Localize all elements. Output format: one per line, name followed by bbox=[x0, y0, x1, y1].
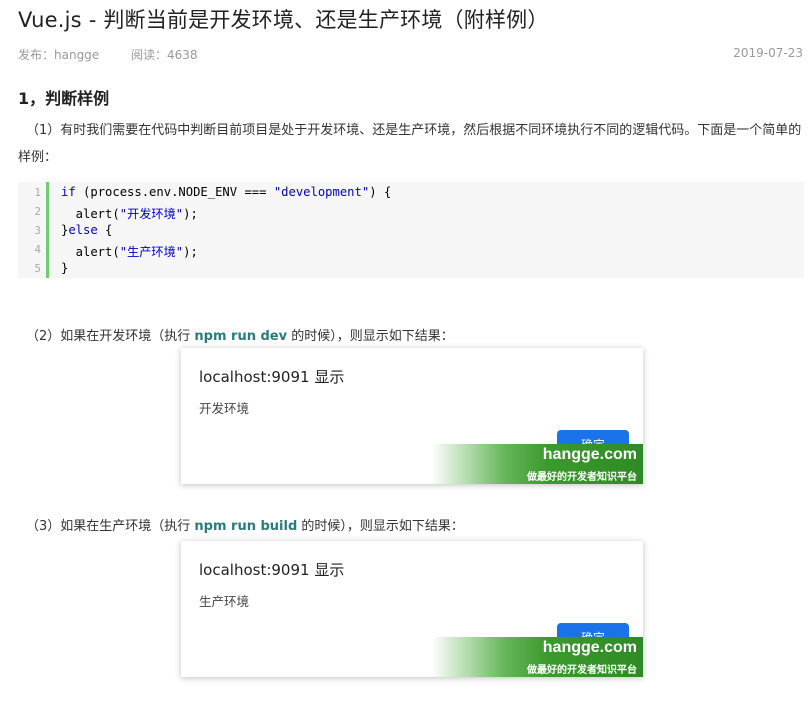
code-line-2: alert("开发环境"); bbox=[61, 207, 198, 221]
dialog-title: localhost:9091 显示 bbox=[199, 561, 345, 579]
read-count: 阅读：4638 bbox=[131, 48, 198, 62]
dialog-message: 开发环境 bbox=[199, 401, 250, 416]
watermark-slogan: 做最好的开发者知识平台 bbox=[527, 665, 637, 676]
dialog-message: 生产环境 bbox=[199, 594, 250, 609]
publish-date: 2019-07-23 bbox=[733, 46, 803, 60]
code-block: 1 2 3 4 5 if (process.env.NODE_ENV === "… bbox=[18, 182, 804, 278]
intro-paragraph: （1）有时我们需要在代码中判断目前项目是处于开发环境、还是生产环境，然后根据不同… bbox=[18, 123, 802, 165]
code-line-1: if (process.env.NODE_ENV === "developmen… bbox=[61, 185, 392, 199]
line-number: 1 bbox=[34, 186, 41, 199]
code-line-4: alert("生产环境"); bbox=[61, 245, 198, 259]
line-number: 4 bbox=[34, 243, 41, 256]
step3-text: （3）如果在生产环境（执行 npm run build 的时候），则显示如下结果… bbox=[26, 519, 464, 534]
watermark-slogan: 做最好的开发者知识平台 bbox=[527, 472, 637, 483]
section-title: 1，判断样例 bbox=[18, 89, 110, 108]
npm-build-command: npm run build bbox=[194, 519, 298, 534]
publisher-label: 发布：hangge bbox=[18, 48, 100, 62]
watermark: hangge.com 做最好的开发者知识平台 bbox=[431, 637, 643, 677]
dialog-screenshot-dev: localhost:9091 显示 开发环境 确定 hangge.com 做最好… bbox=[181, 348, 643, 484]
article-meta: 发布：hangge 阅读：4638 bbox=[18, 46, 226, 63]
code-line-5: } bbox=[61, 261, 69, 275]
step2-text: （2）如果在开发环境（执行 npm run dev 的时候），则显示如下结果： bbox=[26, 329, 454, 344]
line-number: 5 bbox=[34, 262, 41, 275]
dialog-title: localhost:9091 显示 bbox=[199, 368, 345, 386]
watermark-site: hangge.com bbox=[542, 639, 637, 656]
code-line-3: }else { bbox=[61, 223, 113, 237]
npm-dev-command: npm run dev bbox=[194, 329, 288, 344]
watermark-site: hangge.com bbox=[542, 446, 637, 463]
watermark: hangge.com 做最好的开发者知识平台 bbox=[431, 444, 643, 484]
dialog-screenshot-prod: localhost:9091 显示 生产环境 确定 hangge.com 做最好… bbox=[181, 541, 643, 677]
line-number: 2 bbox=[34, 205, 41, 218]
line-number: 3 bbox=[34, 224, 41, 237]
page-title: Vue.js - 判断当前是开发环境、还是生产环境（附样例） bbox=[18, 8, 549, 32]
